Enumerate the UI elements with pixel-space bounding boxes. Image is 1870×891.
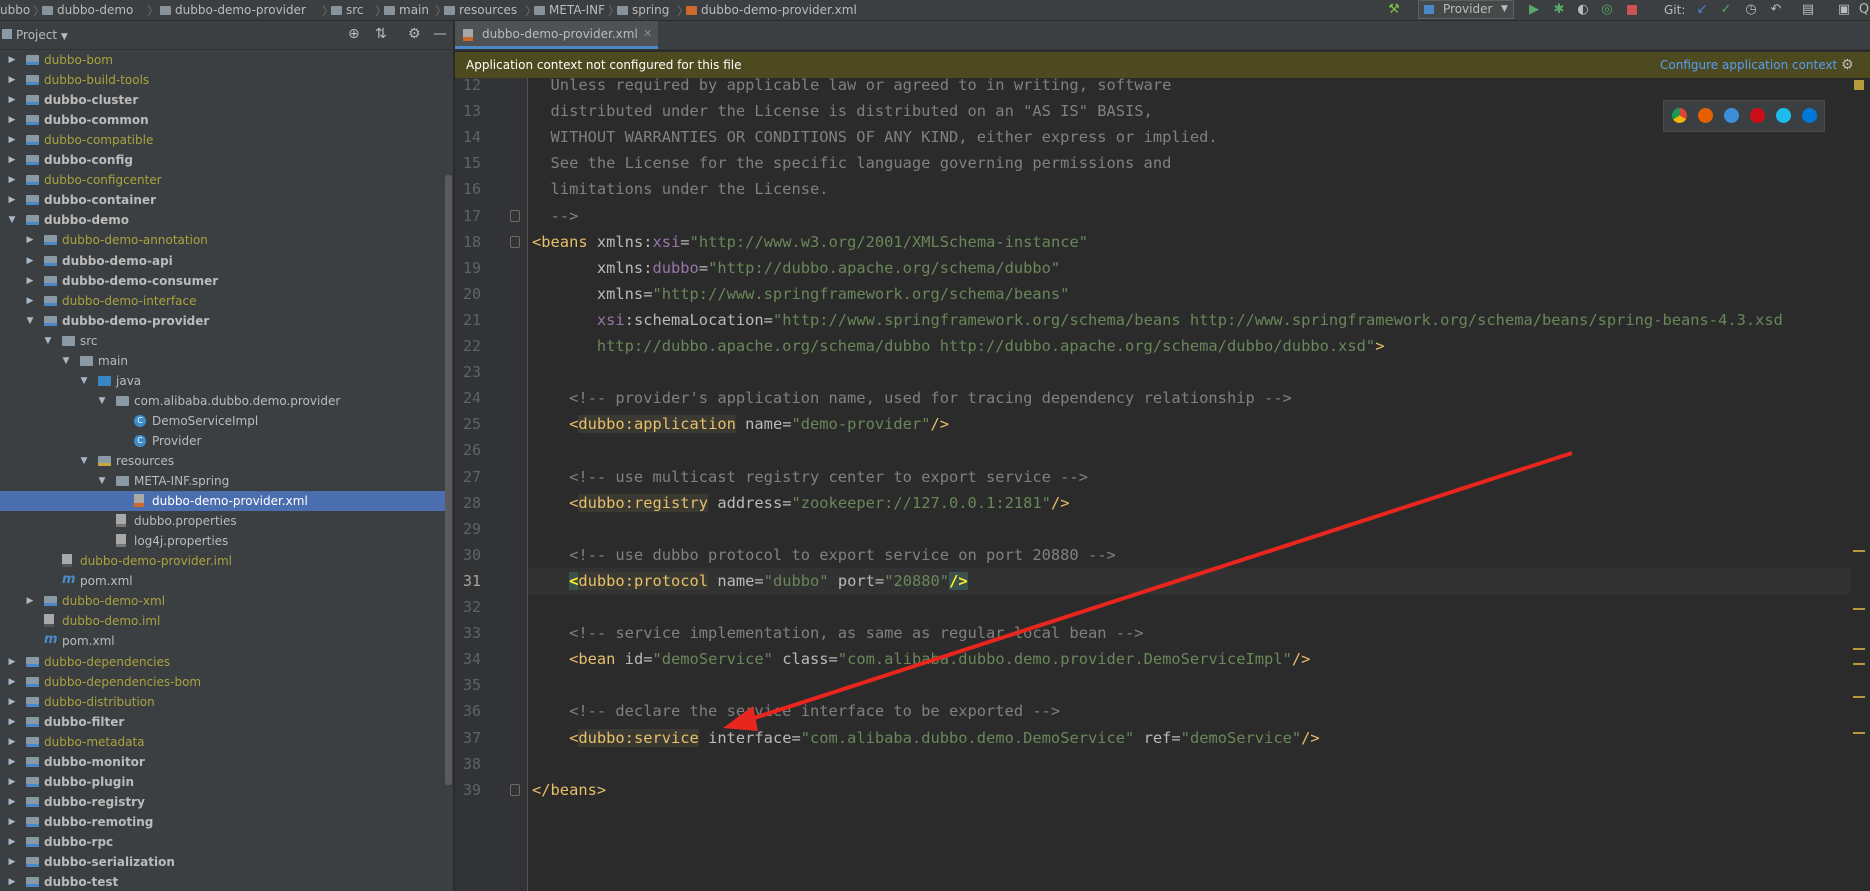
annotation-arrow-head (723, 706, 758, 731)
annotation-arrow (723, 451, 1573, 731)
annotation-arrow-shaft (747, 451, 1573, 722)
